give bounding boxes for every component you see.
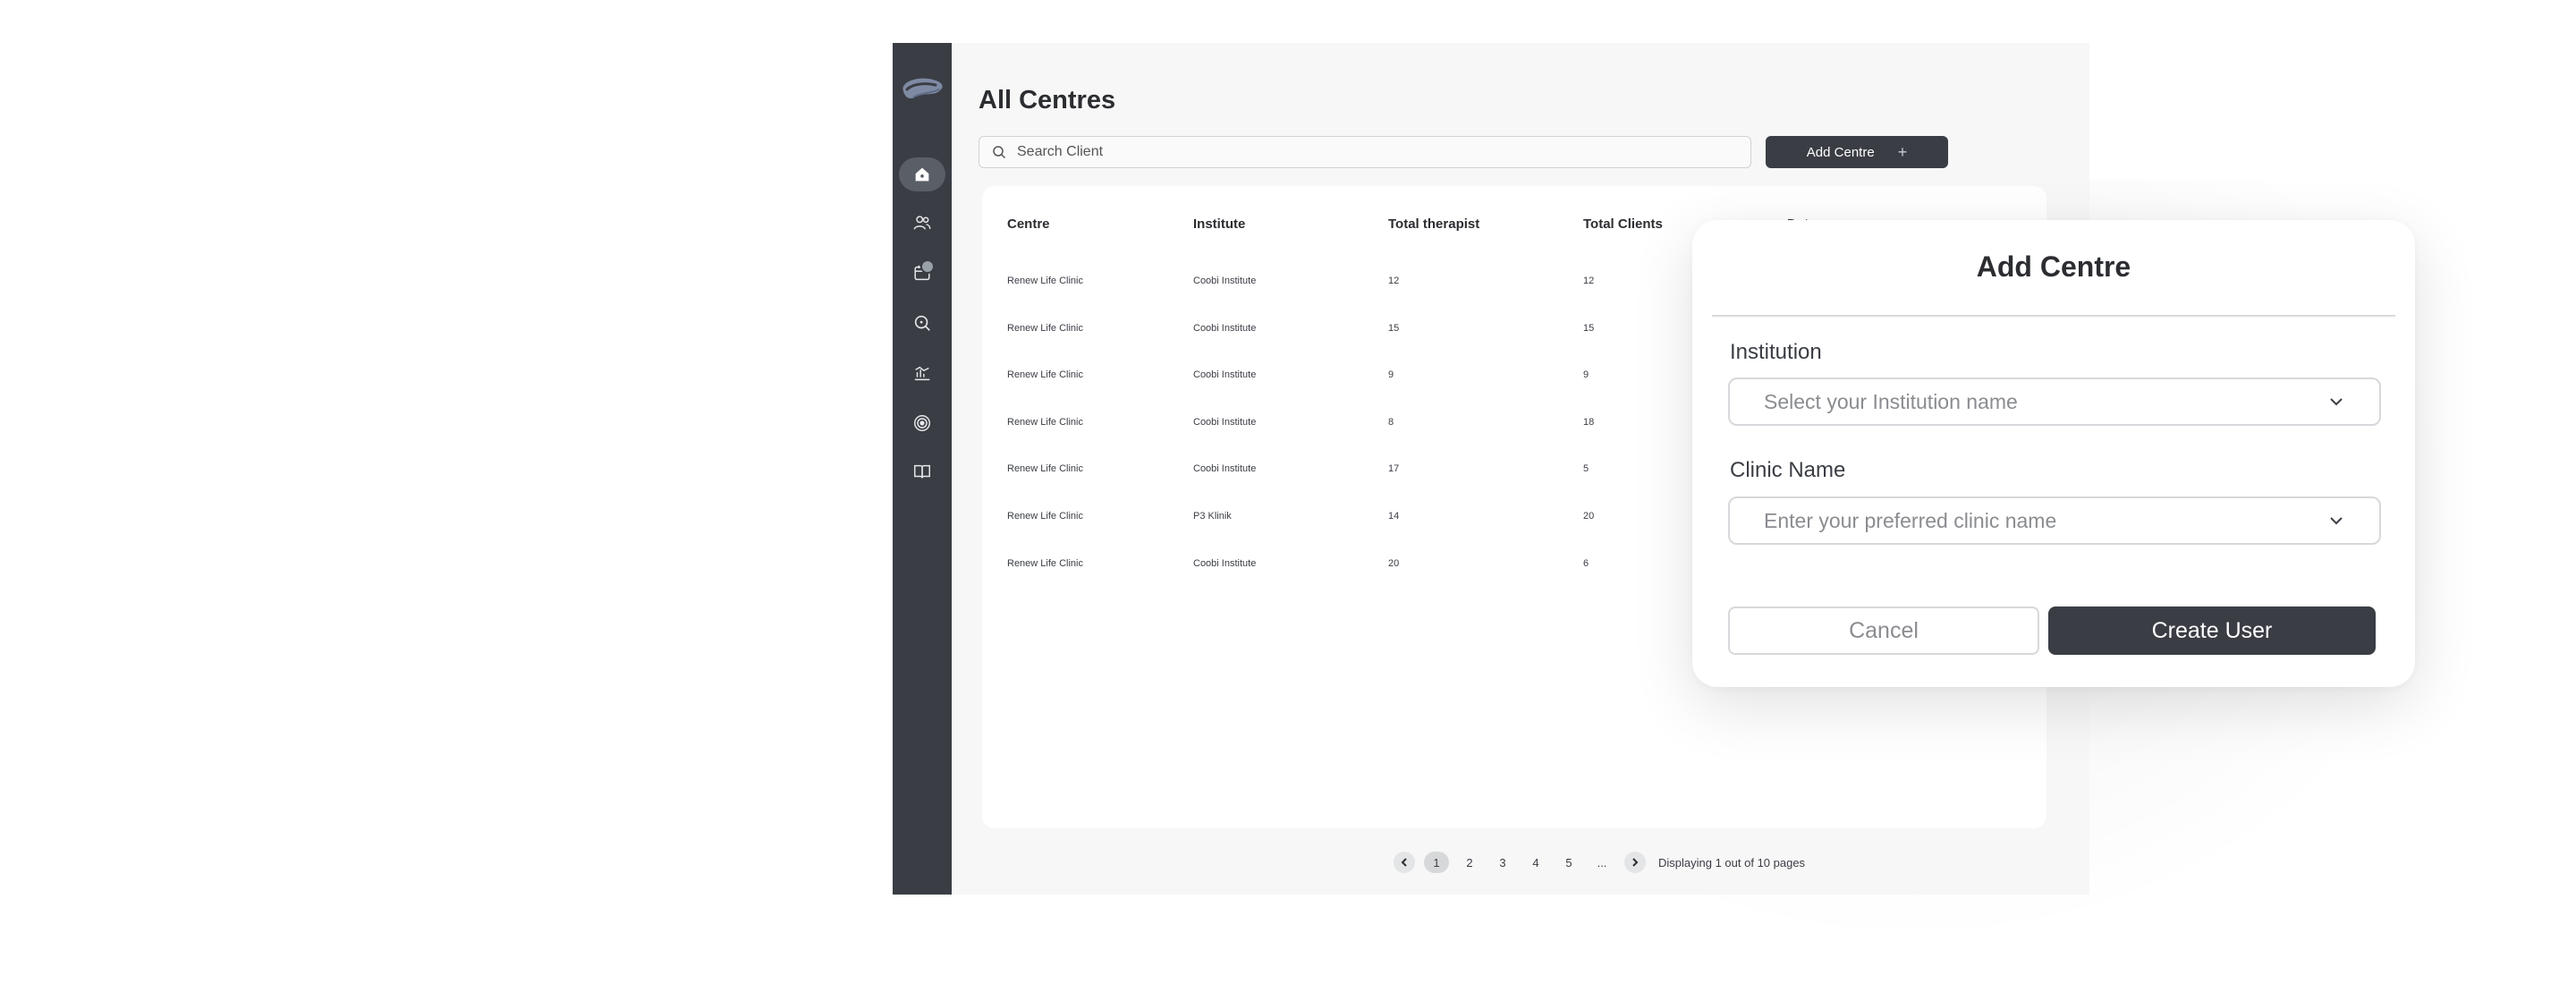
clinic-name-select[interactable]: Enter your preferred clinic name xyxy=(1728,496,2381,545)
cell-total-therapist: 9 xyxy=(1388,369,1394,380)
institution-placeholder: Select your Institution name xyxy=(1764,389,2018,413)
next-page-button[interactable] xyxy=(1624,852,1646,873)
cell-institute: Coobi Institute xyxy=(1193,417,1257,428)
cell-institute: Coobi Institute xyxy=(1193,369,1257,380)
institution-select[interactable]: Select your Institution name xyxy=(1728,377,2381,426)
cell-total-clients: 6 xyxy=(1583,558,1589,569)
modal-divider xyxy=(1712,315,2395,317)
search-bar[interactable] xyxy=(979,136,1751,168)
cell-institute: Coobi Institute xyxy=(1193,463,1257,474)
brand-logo-icon xyxy=(902,78,943,98)
sidebar-item-analytics[interactable] xyxy=(899,356,945,390)
cell-institute: Coobi Institute xyxy=(1193,558,1257,569)
cell-total-clients: 5 xyxy=(1583,463,1589,474)
column-header-institute[interactable]: Institute xyxy=(1193,216,1245,232)
prev-page-button[interactable] xyxy=(1394,852,1415,873)
pagination: 1 2 3 4 5 ... Displaying 1 out of 10 pag… xyxy=(893,850,2089,875)
sidebar-item-goals[interactable] xyxy=(899,406,945,440)
cell-institute: Coobi Institute xyxy=(1193,276,1257,286)
cell-centre: Renew Life Clinic xyxy=(1007,463,1083,474)
cell-total-clients: 18 xyxy=(1583,417,1595,428)
add-centre-label: Add Centre xyxy=(1806,144,1875,160)
cell-centre: Renew Life Clinic xyxy=(1007,369,1083,380)
create-user-button[interactable]: Create User xyxy=(2048,607,2376,655)
chevron-left-icon xyxy=(1401,858,1407,867)
chart-icon xyxy=(914,366,930,381)
sidebar-item-users[interactable] xyxy=(899,206,945,240)
page-button-5[interactable]: 5 xyxy=(1556,852,1581,873)
institution-label: Institution xyxy=(1730,340,1822,364)
cancel-button[interactable]: Cancel xyxy=(1728,607,2039,655)
search-input[interactable] xyxy=(1015,143,1716,161)
cell-total-clients: 15 xyxy=(1583,323,1595,334)
target-icon xyxy=(914,415,930,431)
plus-icon: + xyxy=(1897,142,1908,161)
cell-centre: Renew Life Clinic xyxy=(1007,417,1083,428)
add-centre-modal: Add Centre Institution Select your Insti… xyxy=(1692,220,2415,687)
page-button-4[interactable]: 4 xyxy=(1523,852,1548,873)
cell-total-therapist: 20 xyxy=(1388,558,1400,569)
cell-centre: Renew Life Clinic xyxy=(1007,323,1083,334)
clinic-name-placeholder: Enter your preferred clinic name xyxy=(1764,508,2057,532)
sidebar-item-calendar[interactable] xyxy=(899,256,945,290)
cell-total-therapist: 14 xyxy=(1388,511,1400,522)
cell-total-clients: 20 xyxy=(1583,511,1595,522)
cell-institute: P3 Klinik xyxy=(1193,511,1232,522)
cell-centre: Renew Life Clinic xyxy=(1007,511,1083,522)
column-header-total-therapist[interactable]: Total therapist xyxy=(1388,216,1479,232)
cell-total-therapist: 17 xyxy=(1388,463,1400,474)
page-ellipsis: ... xyxy=(1597,855,1607,869)
cell-total-therapist: 12 xyxy=(1388,276,1400,286)
sidebar-item-home[interactable] xyxy=(899,157,945,191)
home-icon xyxy=(915,167,929,182)
cell-total-clients: 12 xyxy=(1583,276,1595,286)
add-centre-button[interactable]: Add Centre + xyxy=(1766,136,1948,168)
page-button-1[interactable]: 1 xyxy=(1424,852,1449,873)
page-button-2[interactable]: 2 xyxy=(1457,852,1482,873)
cell-centre: Renew Life Clinic xyxy=(1007,276,1083,286)
clinic-name-label: Clinic Name xyxy=(1730,458,1846,482)
search-icon xyxy=(993,146,1006,159)
sidebar-item-library[interactable] xyxy=(899,454,945,488)
column-header-centre[interactable]: Centre xyxy=(1007,216,1050,232)
cell-total-therapist: 15 xyxy=(1388,323,1400,334)
page-button-3[interactable]: 3 xyxy=(1490,852,1515,873)
users-icon xyxy=(913,216,931,230)
cell-centre: Renew Life Clinic xyxy=(1007,558,1083,569)
cell-total-clients: 9 xyxy=(1583,369,1589,380)
chevron-right-icon xyxy=(1632,858,1639,867)
notification-badge xyxy=(920,259,935,274)
pagination-info: Displaying 1 out of 10 pages xyxy=(1658,856,1806,869)
sidebar xyxy=(893,43,952,895)
sidebar-item-search[interactable] xyxy=(899,306,945,340)
chevron-down-icon xyxy=(2330,517,2343,525)
column-header-total-clients[interactable]: Total Clients xyxy=(1583,216,1663,232)
page-title: All Centres xyxy=(979,86,1116,115)
modal-title: Add Centre xyxy=(1976,250,2131,283)
search-icon xyxy=(914,315,930,331)
chevron-down-icon xyxy=(2330,398,2343,406)
cell-total-therapist: 8 xyxy=(1388,417,1394,428)
cell-institute: Coobi Institute xyxy=(1193,323,1257,334)
book-icon xyxy=(914,464,930,479)
